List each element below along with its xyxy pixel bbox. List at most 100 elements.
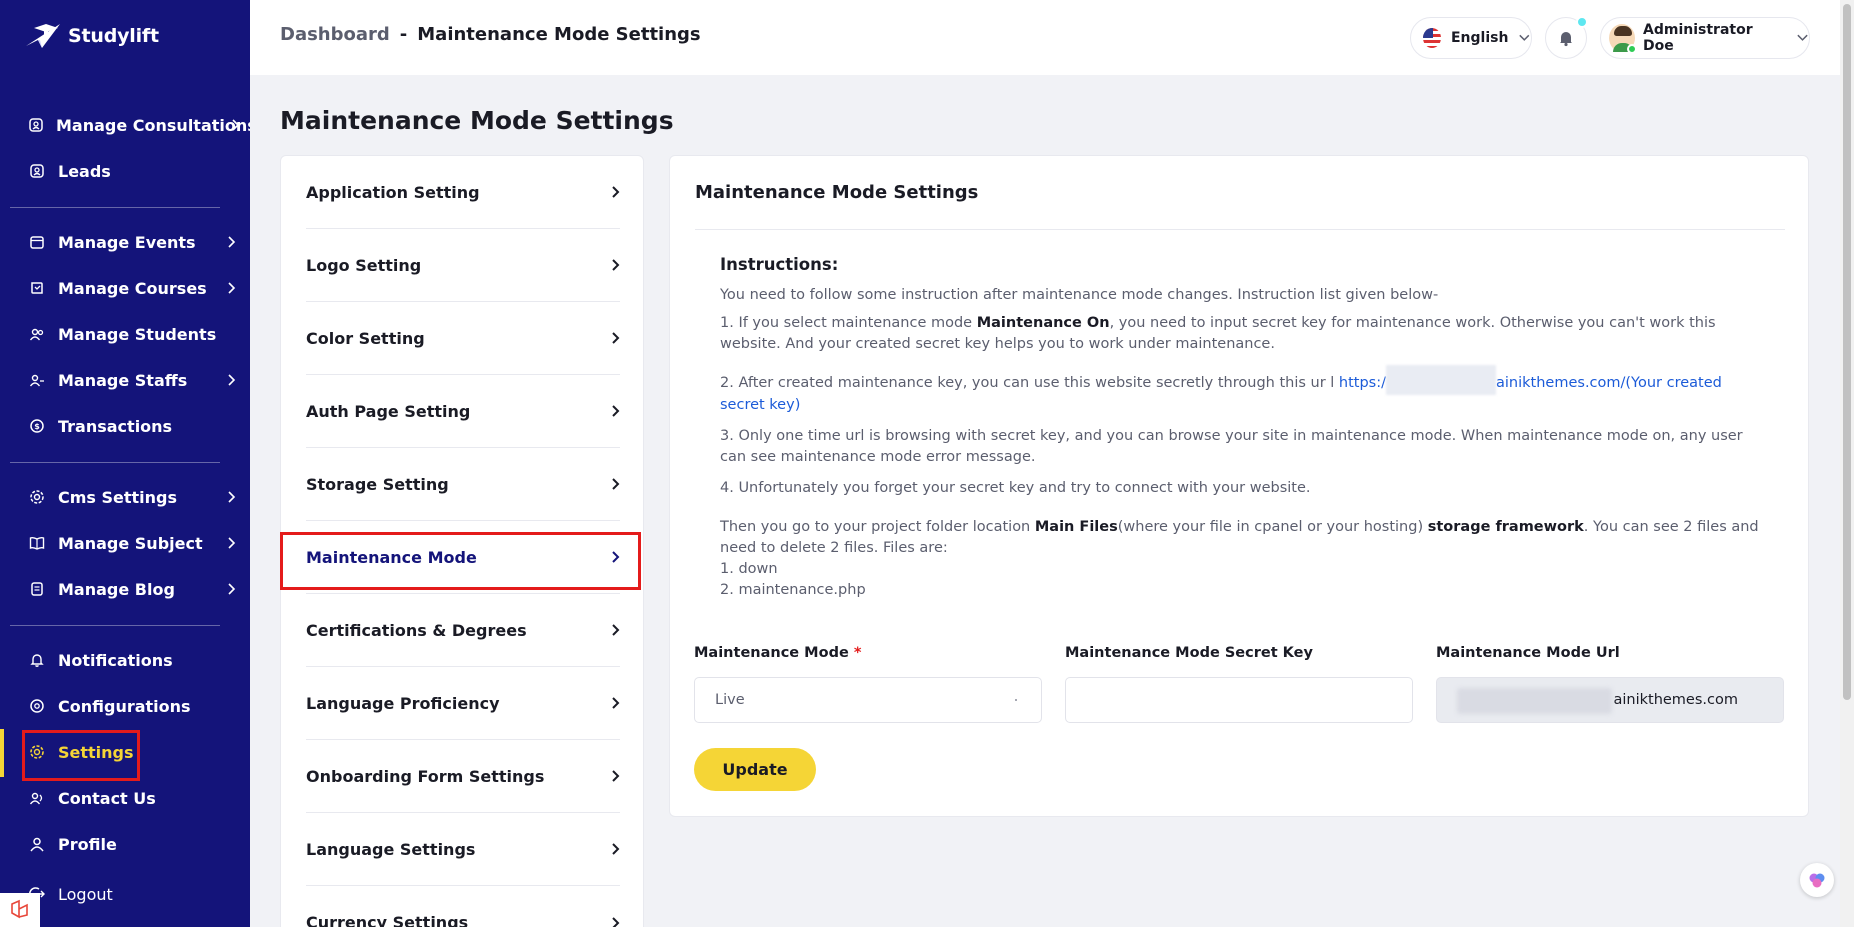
sidebar-item-leads[interactable]: Leads [0,151,250,191]
instruction-then: Then you go to your project folder locat… [720,517,1760,559]
step-text: 1. If you select maintenance mode [720,315,977,331]
instruction-step-1: 1. If you select maintenance mode Mainte… [720,313,1760,355]
top-header: Dashboard - Maintenance Mode Settings En… [250,0,1840,75]
chevron-right-icon [612,770,620,782]
chevron-right-icon [612,551,620,563]
sidebar-divider [10,625,220,626]
brand-name: Studylift [68,25,159,47]
chevron-right-icon [230,117,240,136]
sidebar-item-manage-courses[interactable]: Manage Courses [0,268,250,308]
chevron-right-icon [612,916,620,927]
sidebar-item-contact-us[interactable]: Contact Us [0,778,250,818]
sidebar-divider [10,462,220,463]
page-title: Maintenance Mode Settings [280,106,674,135]
breadcrumb-dashboard[interactable]: Dashboard [280,24,390,45]
sidebar-item-label: Settings [58,742,134,762]
settings-menu-auth-page-setting[interactable]: Auth Page Setting [306,375,620,448]
sidebar-item-label: Cms Settings [58,487,178,507]
redacted-block [1386,365,1497,395]
sidebar-item-label: Manage Consultations [56,115,250,135]
graduation-plane-icon [26,24,60,48]
settings-menu-currency-settings[interactable]: Currency Settings [306,886,620,927]
settings-menu-language-settings[interactable]: Language Settings [306,813,620,886]
step-bold: Maintenance On [976,315,1110,331]
contact-card-icon [28,162,46,180]
sidebar-item-manage-consultations[interactable]: Manage Consultations [0,105,250,145]
sidebar-item-settings[interactable]: Settings [0,732,250,772]
label-text: Maintenance Mode [694,645,849,661]
sidebar-item-label: Manage Blog [58,579,175,599]
config-icon [28,697,46,715]
framework-logo-icon [0,893,40,927]
settings-menu-onboarding-form-settings[interactable]: Onboarding Form Settings [306,740,620,813]
students-icon [28,325,46,343]
sidebar-divider [10,207,220,208]
assistant-fab[interactable] [1800,863,1834,897]
chevron-right-icon [612,697,620,709]
instruction-step-4: 4. Unfortunately you forget your secret … [720,480,1311,496]
maintenance-mode-select[interactable]: Live [694,677,1042,723]
sidebar-item-label: Manage Students [58,324,217,344]
file-item: 2. maintenance.php [720,582,866,598]
book-icon [28,279,46,297]
settings-menu-storage-setting[interactable]: Storage Setting [306,448,620,521]
sidebar-item-configurations[interactable]: Configurations [0,686,250,726]
sidebar-item-label: Contact Us [58,788,156,808]
notification-badge [1576,16,1588,28]
mode-url-field: ainikthemes.com [1436,677,1784,723]
settings-menu-language-proficiency[interactable]: Language Proficiency [306,667,620,740]
settings-menu-certifications-degrees[interactable]: Certifications & Degrees [306,594,620,667]
sidebar-item-profile[interactable]: Profile [0,824,250,864]
scrollbar-thumb[interactable] [1843,4,1851,700]
svg-text:$: $ [34,422,40,431]
sidebar-item-manage-subject[interactable]: Manage Subject [0,523,250,563]
notifications-button[interactable] [1545,16,1588,59]
sidebar-item-cms-settings[interactable]: Cms Settings [0,477,250,517]
menu-item-label: Application Setting [306,182,480,202]
sidebar-item-label: Manage Subject [58,533,203,553]
card-divider [695,229,1785,230]
language-selector[interactable]: English [1410,17,1532,59]
brain-icon [1809,873,1825,888]
open-book-icon [28,534,46,552]
url-value: ainikthemes.com [1613,692,1738,708]
chevron-down-icon [1519,34,1530,41]
language-label: English [1450,30,1509,46]
user-menu[interactable]: Administrator Doe [1600,17,1810,59]
secret-key-input[interactable] [1065,677,1413,723]
brand-logo[interactable]: Studylift [24,20,159,52]
chevron-right-icon [226,234,236,253]
step-text: (where your file in cpanel or your hosti… [1117,519,1428,535]
sidebar-item-manage-blog[interactable]: Manage Blog [0,569,250,609]
sidebar-item-notifications[interactable]: Notifications [0,640,250,680]
card-title: Maintenance Mode Settings [695,182,979,203]
sidebar-item-manage-events[interactable]: Manage Events [0,222,250,262]
required-mark: * [853,645,862,661]
settings-menu-application-setting[interactable]: Application Setting [306,156,620,229]
settings-menu-maintenance-mode[interactable]: Maintenance Mode [306,521,620,594]
sidebar-item-transactions[interactable]: $ Transactions [0,406,250,446]
mode-url-label: Maintenance Mode Url [1436,645,1620,661]
chevron-right-icon [612,843,620,855]
file-item: 1. down [720,561,778,577]
user-icon [28,835,46,853]
maintenance-mode-label: Maintenance Mode * [694,645,861,661]
select-caret-icon [1015,699,1017,701]
page-scrollbar[interactable] [1840,0,1854,927]
update-button[interactable]: Update [694,748,816,791]
sidebar-item-manage-staffs[interactable]: Manage Staffs [0,360,250,400]
chevron-right-icon [226,489,236,508]
sidebar-item-label: Configurations [58,696,191,716]
sidebar-item-manage-students[interactable]: Manage Students [0,314,250,354]
settings-menu-color-setting[interactable]: Color Setting [306,302,620,375]
sidebar: Studylift Manage Consultations Leads Man… [0,0,250,927]
breadcrumb: Dashboard - Maintenance Mode Settings [280,24,701,45]
avatar [1609,24,1638,54]
sidebar-item-label: Manage Staffs [58,370,188,390]
settings-menu: Application Setting Logo Setting Color S… [280,155,644,927]
chevron-right-icon [612,478,620,490]
instructions: Instructions: You need to follow some in… [720,254,1760,601]
sidebar-item-label: Leads [58,161,111,181]
settings-menu-logo-setting[interactable]: Logo Setting [306,229,620,302]
instructions-intro: You need to follow some instruction afte… [720,287,1439,303]
